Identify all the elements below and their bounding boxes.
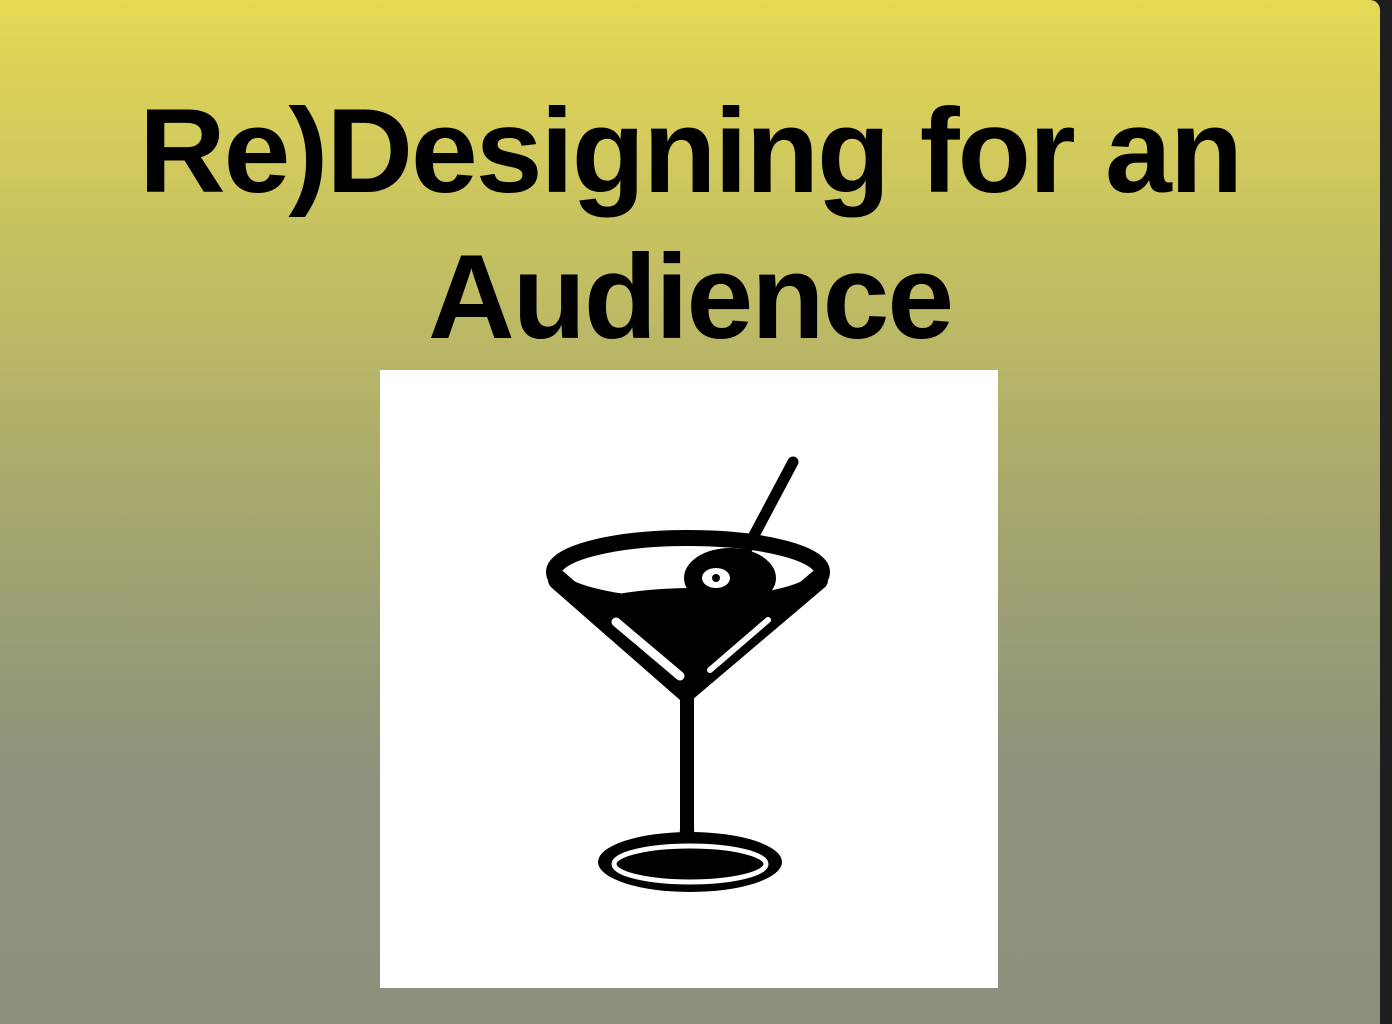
martini-glass-icon: [546, 456, 830, 892]
slide-title-line-2: Audience: [427, 230, 954, 364]
slide-image: [380, 370, 998, 988]
slide-title: Re)Designing for an Audience: [0, 78, 1380, 370]
slide: Re)Designing for an Audience: [0, 0, 1380, 1024]
window-edge: [1380, 0, 1392, 1024]
slide-title-line-1: Re)Designing for an: [138, 84, 1243, 218]
